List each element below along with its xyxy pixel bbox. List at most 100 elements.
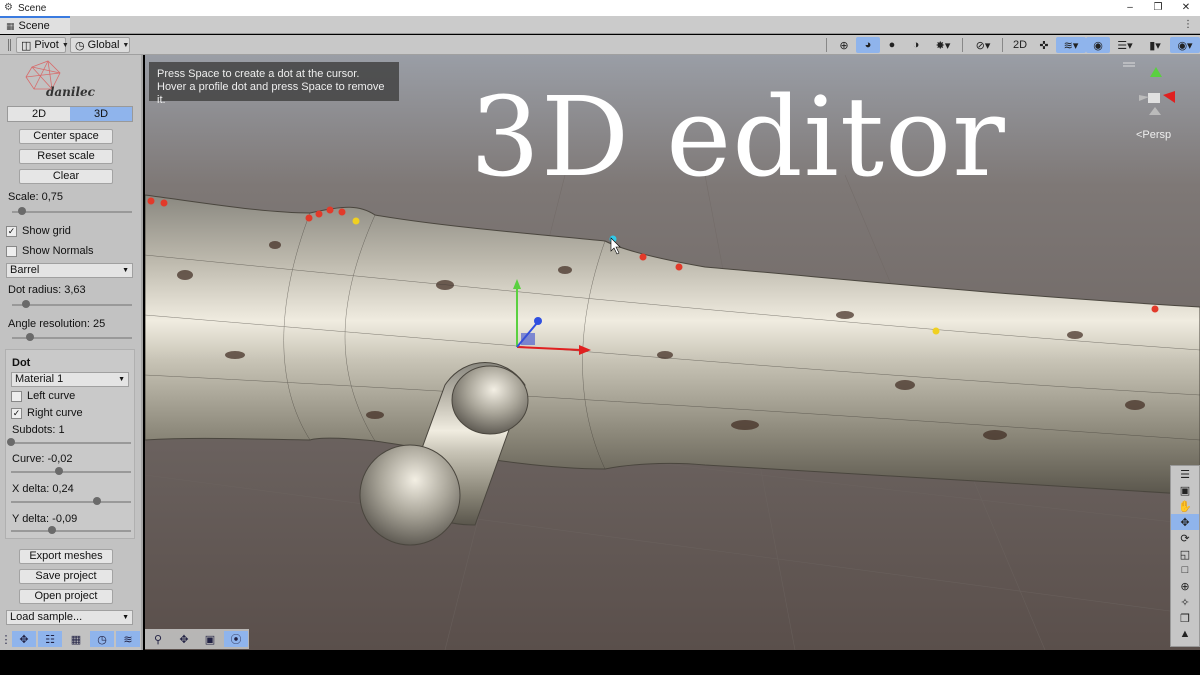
center-space-button[interactable]: Center space (19, 129, 113, 144)
scene-viewport[interactable]: Press Space to create a dot at the curso… (145, 55, 1200, 650)
checkbox-box[interactable] (6, 245, 17, 257)
reset-scale-button[interactable]: Reset scale (19, 149, 113, 164)
chevron-down-icon: ▼ (118, 376, 125, 383)
layers-icon[interactable]: ☰▾ (1110, 37, 1140, 53)
ground-tool-icon[interactable]: ▲ (1171, 626, 1199, 642)
ydelta-slider[interactable] (11, 526, 131, 536)
pivot-dropdown[interactable]: ◫ Pivot ▼ (16, 37, 69, 53)
scale-slider[interactable] (12, 207, 132, 217)
close-icon[interactable]: ✕ (1172, 0, 1200, 16)
checkbox-box[interactable]: ✓ (6, 225, 17, 237)
toolbar-grip-icon[interactable] (8, 39, 11, 51)
global-label: Global (87, 39, 120, 51)
kebab-menu-icon[interactable]: ⋮ (1183, 19, 1194, 30)
profile-dot[interactable] (305, 214, 313, 222)
lighting-off-icon[interactable]: ✜ (1032, 37, 1056, 53)
duplicate-icon[interactable]: ❐ (1171, 610, 1199, 626)
slider-thumb[interactable] (47, 526, 56, 534)
minimize-icon[interactable]: – (1116, 0, 1144, 16)
lit-icon[interactable]: ◑ (904, 37, 928, 53)
angle-resolution-slider[interactable] (12, 333, 132, 343)
slider-thumb[interactable] (22, 300, 31, 308)
global-dropdown[interactable]: ◷ Global ▼ (70, 37, 130, 53)
curve-slider[interactable] (11, 467, 131, 477)
checkbox-box[interactable]: ✓ (11, 407, 22, 419)
open-project-button[interactable]: Open project (19, 589, 113, 604)
globe-snap-icon[interactable]: ◷ (90, 631, 114, 647)
profile-dot[interactable] (639, 253, 647, 261)
pivot-label: Pivot (34, 39, 59, 51)
perspective-label[interactable]: <Persp (1136, 129, 1171, 141)
eye-visibility-icon[interactable]: ◉ (1086, 37, 1110, 53)
load-sample-select[interactable]: Load sample... ▼ (6, 610, 133, 625)
compass-icon[interactable]: ⦿ (224, 631, 248, 647)
hand-tool-icon[interactable]: ✋ (1171, 498, 1199, 514)
overlay-grip-icon[interactable]: ⋮ (1, 631, 12, 647)
profile-dot-selected[interactable] (352, 217, 360, 225)
audio-fx-icon[interactable]: ≋▾ (1056, 37, 1086, 53)
scale-tool-icon[interactable]: ◱ (1171, 546, 1199, 562)
profile-dot[interactable] (326, 206, 334, 214)
profile-dot-selected[interactable] (932, 327, 940, 335)
tools-menu-icon[interactable]: ☰ (1171, 466, 1199, 482)
preset-select[interactable]: Barrel ▼ (6, 263, 133, 278)
debug-bug-icon[interactable]: ✸▾ (928, 37, 958, 53)
shaded-wire-icon[interactable]: ◕ (856, 37, 880, 53)
slider-thumb[interactable] (93, 497, 102, 505)
clear-button[interactable]: Clear (19, 169, 113, 184)
logo-text: danilec (46, 85, 95, 99)
dot-header: Dot (12, 357, 31, 369)
profile-dot[interactable] (147, 197, 155, 205)
shaded-icon[interactable]: ● (880, 37, 904, 53)
layers-snap-icon[interactable]: ≋ (116, 631, 140, 647)
right-curve-checkbox[interactable]: ✓ Right curve (11, 407, 83, 419)
restore-icon[interactable]: ❐ (1144, 0, 1172, 16)
trunnion-knob (359, 444, 461, 546)
dot-radius-slider[interactable] (12, 300, 132, 310)
gizmos-icon[interactable]: ◉▾ (1170, 37, 1200, 53)
profile-dot[interactable] (675, 263, 683, 271)
camera-view-icon[interactable]: ▣ (198, 631, 222, 647)
slider-thumb[interactable] (55, 467, 63, 475)
show-grid-checkbox[interactable]: ✓ Show grid (6, 225, 71, 237)
material-select[interactable]: Material 1 ▼ (11, 372, 129, 387)
slider-thumb[interactable] (26, 333, 34, 341)
tab-scene[interactable]: ▦ Scene (0, 16, 70, 34)
slider-thumb[interactable] (17, 207, 26, 215)
transform-tool-icon[interactable]: ⊕ (1171, 578, 1199, 594)
profile-dot[interactable] (160, 199, 168, 207)
subdots-slider[interactable] (7, 438, 131, 448)
left-curve-checkbox[interactable]: Left curve (11, 390, 75, 402)
profile-dot[interactable] (338, 208, 346, 216)
mode-2d-label: 2D (1012, 39, 1028, 51)
rotate-tool-icon[interactable]: ⟳ (1171, 530, 1199, 546)
profile-dot[interactable] (315, 210, 323, 218)
camera-icon[interactable]: ▮▾ (1140, 37, 1170, 53)
checkbox-box[interactable] (11, 390, 22, 402)
move-tool-icon[interactable]: ✥ (12, 631, 36, 647)
preset-value: Barrel (10, 264, 40, 276)
mode-2d-button[interactable]: 2D (8, 107, 70, 121)
rect-tool-icon[interactable]: □ (1171, 562, 1199, 578)
toggle-2d-button[interactable]: 2D (1008, 37, 1032, 53)
curve-label: Curve: -0,02 (12, 453, 73, 465)
move-tool-icon[interactable]: ✥ (1171, 514, 1199, 530)
grid-snap-icon[interactable]: ▦ (64, 631, 88, 647)
tooltip-line-2: Hover a profile dot and press Space to r… (157, 81, 385, 106)
move-icon[interactable]: ✥ (172, 631, 196, 647)
xdelta-slider[interactable] (11, 497, 131, 507)
save-project-button[interactable]: Save project (19, 569, 113, 584)
slider-thumb[interactable] (7, 438, 15, 446)
dimension-toggle: 2D 3D (7, 106, 133, 122)
draw-mode-icon[interactable]: ⊘▾ (968, 37, 998, 53)
center-target-icon[interactable]: ⊕ (832, 37, 856, 53)
export-meshes-button[interactable]: Export meshes (19, 549, 113, 564)
align-icon[interactable]: ☷ (38, 631, 62, 647)
custom-tool-icon[interactable]: ✧ (1171, 594, 1199, 610)
profile-dot[interactable] (1151, 305, 1159, 313)
zoom-icon[interactable]: ⚲ (146, 631, 170, 647)
show-normals-checkbox[interactable]: Show Normals (6, 245, 94, 257)
view-cube-icon[interactable]: ▣ (1171, 482, 1199, 498)
mode-3d-button[interactable]: 3D (70, 107, 132, 121)
slider-track (11, 501, 131, 503)
